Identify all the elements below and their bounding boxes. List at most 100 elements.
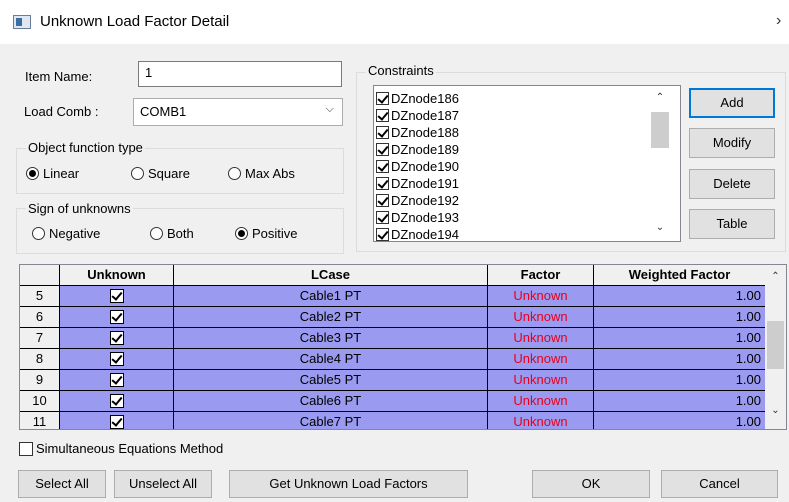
checkbox-checked-icon[interactable] [109, 310, 124, 324]
factor-cell[interactable]: Unknown [488, 286, 594, 307]
checkbox-unchecked-icon[interactable] [19, 442, 33, 456]
checkbox-checked-icon [376, 92, 389, 105]
constraint-item[interactable]: DZnode192 [376, 192, 459, 209]
col-header-unknown[interactable]: Unknown [60, 265, 174, 286]
radio-positive[interactable]: Positive [235, 226, 298, 241]
checkbox-checked-icon[interactable] [109, 415, 124, 429]
window-title: Unknown Load Factor Detail [40, 13, 230, 30]
lcase-cell[interactable]: Cable2 PT [174, 307, 488, 328]
unknown-checkbox-cell[interactable] [60, 286, 174, 307]
row-number: 7 [20, 328, 60, 349]
add-button[interactable]: Add [689, 88, 775, 118]
constraint-item-label: DZnode189 [391, 142, 459, 157]
app-window-icon [13, 15, 31, 29]
unknown-checkbox-cell[interactable] [60, 307, 174, 328]
checkbox-checked-icon[interactable] [109, 289, 124, 303]
radio-max-abs[interactable]: Max Abs [228, 166, 295, 181]
select-all-button[interactable]: Select All [18, 470, 106, 498]
checkbox-checked-icon [376, 194, 389, 207]
radio-empty-icon [131, 167, 144, 180]
unselect-all-button[interactable]: Unselect All [114, 470, 212, 498]
weighted-factor-cell[interactable]: 1.00 [594, 349, 766, 370]
sign-group-label: Sign of unknowns [26, 201, 133, 216]
weighted-factor-cell[interactable]: 1.00 [594, 328, 766, 349]
unknown-checkbox-cell[interactable] [60, 349, 174, 370]
constraints-scrollbar[interactable]: ⌃ ⌄ [649, 86, 671, 241]
factor-cell[interactable]: Unknown [488, 328, 594, 349]
weighted-factor-cell[interactable]: 1.00 [594, 391, 766, 412]
radio-both-label: Both [167, 226, 194, 241]
checkbox-checked-icon [376, 143, 389, 156]
radio-square-label: Square [148, 166, 190, 181]
checkbox-checked-icon [376, 177, 389, 190]
radio-negative[interactable]: Negative [32, 226, 100, 241]
factor-cell[interactable]: Unknown [488, 391, 594, 412]
unknown-checkbox-cell[interactable] [60, 328, 174, 349]
simultaneous-equations-label: Simultaneous Equations Method [36, 441, 224, 456]
get-unknown-load-factors-button[interactable]: Get Unknown Load Factors [229, 470, 468, 498]
lcase-cell[interactable]: Cable7 PT [174, 412, 488, 429]
factor-cell[interactable]: Unknown [488, 412, 594, 429]
row-number: 6 [20, 307, 60, 328]
radio-both[interactable]: Both [150, 226, 194, 241]
table-button[interactable]: Table [689, 209, 775, 239]
col-header-weighted-factor[interactable]: Weighted Factor [594, 265, 766, 286]
weighted-factor-cell[interactable]: 1.00 [594, 286, 766, 307]
radio-square[interactable]: Square [131, 166, 190, 181]
unknown-checkbox-cell[interactable] [60, 370, 174, 391]
scroll-down-icon[interactable]: ⌄ [765, 405, 786, 416]
col-header-factor[interactable]: Factor [488, 265, 594, 286]
factor-cell[interactable]: Unknown [488, 370, 594, 391]
cancel-button[interactable]: Cancel [661, 470, 778, 498]
lcase-cell[interactable]: Cable3 PT [174, 328, 488, 349]
weighted-factor-cell[interactable]: 1.00 [594, 412, 766, 429]
checkbox-checked-icon[interactable] [109, 394, 124, 408]
constraint-item[interactable]: DZnode193 [376, 209, 459, 226]
constraint-item[interactable]: DZnode190 [376, 158, 459, 175]
constraint-item[interactable]: DZnode189 [376, 141, 459, 158]
checkbox-checked-icon[interactable] [109, 352, 124, 366]
chevron-down-icon: ⌵ [325, 103, 334, 115]
constraint-item-label: DZnode193 [391, 210, 459, 225]
factor-cell[interactable]: Unknown [488, 307, 594, 328]
constraint-item[interactable]: DZnode191 [376, 175, 459, 192]
constraints-list[interactable]: DZnode186 DZnode187 DZnode188 DZnode189 … [373, 85, 681, 242]
constraint-item-label: DZnode194 [391, 227, 459, 242]
grid-scrollbar[interactable]: ⌃ ⌄ [765, 265, 786, 429]
constraint-item[interactable]: DZnode194 [376, 226, 459, 242]
scroll-thumb[interactable] [651, 112, 669, 148]
load-comb-select[interactable]: COMB1 ⌵ [133, 98, 343, 126]
checkbox-checked-icon[interactable] [109, 373, 124, 387]
grid-corner [20, 265, 60, 286]
constraint-item[interactable]: DZnode188 [376, 124, 459, 141]
unknown-checkbox-cell[interactable] [60, 412, 174, 429]
unknown-checkbox-cell[interactable] [60, 391, 174, 412]
factor-cell[interactable]: Unknown [488, 349, 594, 370]
lcase-cell[interactable]: Cable1 PT [174, 286, 488, 307]
close-icon[interactable]: › [776, 12, 781, 30]
scroll-up-icon[interactable]: ⌃ [649, 92, 671, 103]
lcase-cell[interactable]: Cable4 PT [174, 349, 488, 370]
constraint-item[interactable]: DZnode187 [376, 107, 459, 124]
item-name-input[interactable]: 1 [138, 61, 342, 87]
simultaneous-equations-checkbox[interactable]: Simultaneous Equations Method [19, 441, 223, 456]
checkbox-checked-icon[interactable] [109, 331, 124, 345]
ok-button[interactable]: OK [532, 470, 650, 498]
constraint-item[interactable]: DZnode186 [376, 90, 459, 107]
scroll-down-icon[interactable]: ⌄ [649, 222, 671, 233]
scroll-thumb[interactable] [767, 321, 784, 369]
col-header-lcase[interactable]: LCase [174, 265, 488, 286]
radio-max-abs-label: Max Abs [245, 166, 295, 181]
scroll-up-icon[interactable]: ⌃ [765, 271, 786, 282]
weighted-factor-cell[interactable]: 1.00 [594, 370, 766, 391]
radio-linear[interactable]: Linear [26, 166, 79, 181]
row-number: 8 [20, 349, 60, 370]
lcase-cell[interactable]: Cable6 PT [174, 391, 488, 412]
delete-button[interactable]: Delete [689, 169, 775, 199]
lcase-cell[interactable]: Cable5 PT [174, 370, 488, 391]
weighted-factor-cell[interactable]: 1.00 [594, 307, 766, 328]
objective-group-label: Object function type [26, 140, 145, 155]
radio-positive-label: Positive [252, 226, 298, 241]
modify-button[interactable]: Modify [689, 128, 775, 158]
unknown-factor-grid[interactable]: Unknown LCase Factor Weighted Factor 5 C… [19, 264, 787, 430]
